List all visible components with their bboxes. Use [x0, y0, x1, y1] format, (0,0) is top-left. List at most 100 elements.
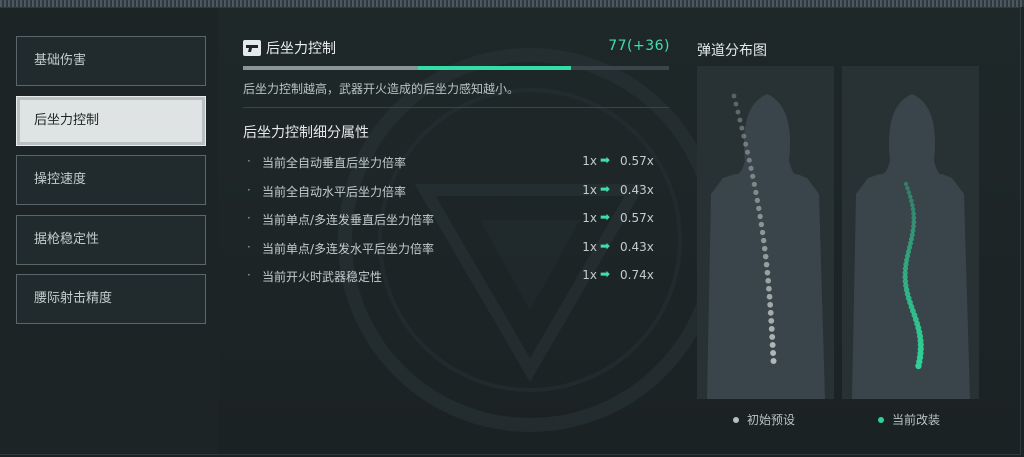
- stat-bar-base: [243, 66, 418, 70]
- shot-dot: [766, 293, 773, 300]
- shot-dot: [764, 269, 771, 276]
- stat-description: 后坐力控制越高，武器开火造成的后坐力感知越小。: [243, 82, 520, 96]
- stat-value: 77(+36): [608, 38, 670, 54]
- nav-item-recoil-control[interactable]: 后坐力控制: [16, 96, 206, 146]
- arrow-right-icon: ➡: [600, 210, 611, 224]
- shot-dot: [735, 109, 741, 115]
- shot-dot: [767, 301, 774, 308]
- detail-label: 当前单点/多连发水平后坐力倍率: [262, 242, 435, 256]
- detail-label: 当前单点/多连发垂直后坐力倍率: [262, 213, 435, 227]
- shot-dot: [768, 325, 775, 332]
- shot-dot: [758, 221, 765, 228]
- shot-dot: [763, 261, 770, 268]
- shot-dot: [761, 245, 768, 252]
- shot-dot: [766, 285, 772, 292]
- bullet-dot: ·: [247, 154, 251, 168]
- arrow-right-icon: ➡: [600, 267, 611, 281]
- bullet-dot: ·: [247, 183, 251, 197]
- shot-dot: [909, 232, 915, 238]
- shot-dot: [907, 240, 914, 246]
- shot-dot: [743, 141, 749, 147]
- nav-item-hipfire-accuracy[interactable]: 腰际射击精度: [16, 274, 206, 324]
- shot-pattern-default: [731, 93, 777, 364]
- shot-dot: [906, 190, 912, 195]
- shot-dot: [911, 223, 916, 229]
- shot-dot: [770, 358, 777, 364]
- detail-to-value: 0.74x: [620, 268, 654, 282]
- detail-label: 当前全自动水平后坐力倍率: [262, 185, 407, 199]
- arrow-right-icon: ➡: [600, 182, 611, 196]
- shot-dot: [759, 229, 766, 236]
- nav-item-handling-speed[interactable]: 操控速度: [16, 155, 206, 205]
- details-heading: 后坐力控制细分属性: [243, 125, 369, 141]
- shot-dot: [744, 149, 751, 155]
- shot-dot: [750, 173, 756, 179]
- detail-from-value: 1x: [582, 154, 597, 168]
- shot-dot: [760, 237, 767, 244]
- nav-item-base-damage[interactable]: 基础伤害: [16, 36, 206, 86]
- detail-row: · 当前开火时武器稳定性 1x ➡ 0.74x: [243, 267, 669, 288]
- legend-default-label: 初始预设: [747, 413, 796, 427]
- shot-dot: [754, 197, 761, 204]
- shot-dot: [753, 189, 759, 195]
- shot-dot: [751, 181, 757, 187]
- shot-dot: [762, 253, 769, 260]
- legend-dot: [878, 417, 884, 423]
- stat-title: 后坐力控制: [266, 41, 336, 57]
- shot-dot: [769, 341, 776, 348]
- legend-current-label: 当前改装: [892, 413, 941, 427]
- shot-dot: [910, 202, 915, 208]
- shot-dot: [739, 125, 745, 131]
- bullet-dot: ·: [247, 211, 251, 225]
- detail-label: 当前全自动垂直后坐力倍率: [262, 156, 407, 170]
- shot-dot: [746, 157, 752, 163]
- detail-row: · 当前单点/多连发垂直后坐力倍率 1x ➡ 0.57x: [243, 210, 669, 231]
- shot-dot: [769, 333, 776, 340]
- detail-to-value: 0.43x: [620, 240, 654, 254]
- shot-dot: [768, 317, 775, 324]
- shot-dot: [909, 198, 914, 204]
- shot-dot: [765, 277, 772, 284]
- detail-row: · 当前全自动垂直后坐力倍率 1x ➡ 0.57x: [243, 153, 669, 174]
- shot-dot: [731, 93, 737, 99]
- shot-dot: [910, 228, 916, 234]
- shot-dot: [905, 186, 910, 191]
- legend-default: 初始预设: [733, 411, 795, 428]
- pistol-icon: [243, 40, 261, 56]
- detail-row: · 当前全自动水平后坐力倍率 1x ➡ 0.43x: [243, 182, 669, 203]
- detail-from-value: 1x: [582, 211, 597, 225]
- shot-dot: [767, 309, 774, 316]
- shot-dot: [910, 207, 916, 212]
- arrow-right-icon: ➡: [600, 239, 611, 253]
- spread-box-current: [842, 66, 979, 399]
- shot-dot: [756, 205, 762, 212]
- detail-to-value: 0.57x: [620, 211, 654, 225]
- detail-label: 当前开火时武器稳定性: [262, 270, 383, 284]
- shot-pattern-current: [902, 181, 924, 370]
- spread-title: 弹道分布图: [697, 43, 767, 59]
- nav-item-aim-stability[interactable]: 据枪稳定性: [16, 215, 206, 265]
- shot-dot: [733, 101, 739, 107]
- arrow-right-icon: ➡: [600, 153, 611, 167]
- legend-current: 当前改装: [878, 411, 940, 428]
- spread-box-default: [697, 66, 834, 399]
- detail-from-value: 1x: [582, 240, 597, 254]
- shot-dot: [748, 165, 754, 171]
- shot-dot: [737, 117, 743, 123]
- shot-dot: [911, 215, 917, 221]
- shot-dot: [757, 213, 763, 220]
- shot-dot: [911, 211, 916, 216]
- bullet-dot: ·: [247, 240, 251, 254]
- top-edge-strip: [0, 0, 1024, 7]
- detail-to-value: 0.43x: [620, 183, 654, 197]
- stat-bar-boost: [418, 66, 571, 70]
- divider: [243, 107, 669, 108]
- detail-from-value: 1x: [582, 268, 597, 282]
- legend-dot: [733, 417, 739, 423]
- shot-dot: [907, 194, 913, 199]
- shot-dot: [741, 133, 747, 139]
- shot-dot: [911, 219, 917, 225]
- detail-to-value: 0.57x: [620, 154, 654, 168]
- detail-row: · 当前单点/多连发水平后坐力倍率 1x ➡ 0.43x: [243, 239, 669, 260]
- shot-dot: [915, 362, 922, 370]
